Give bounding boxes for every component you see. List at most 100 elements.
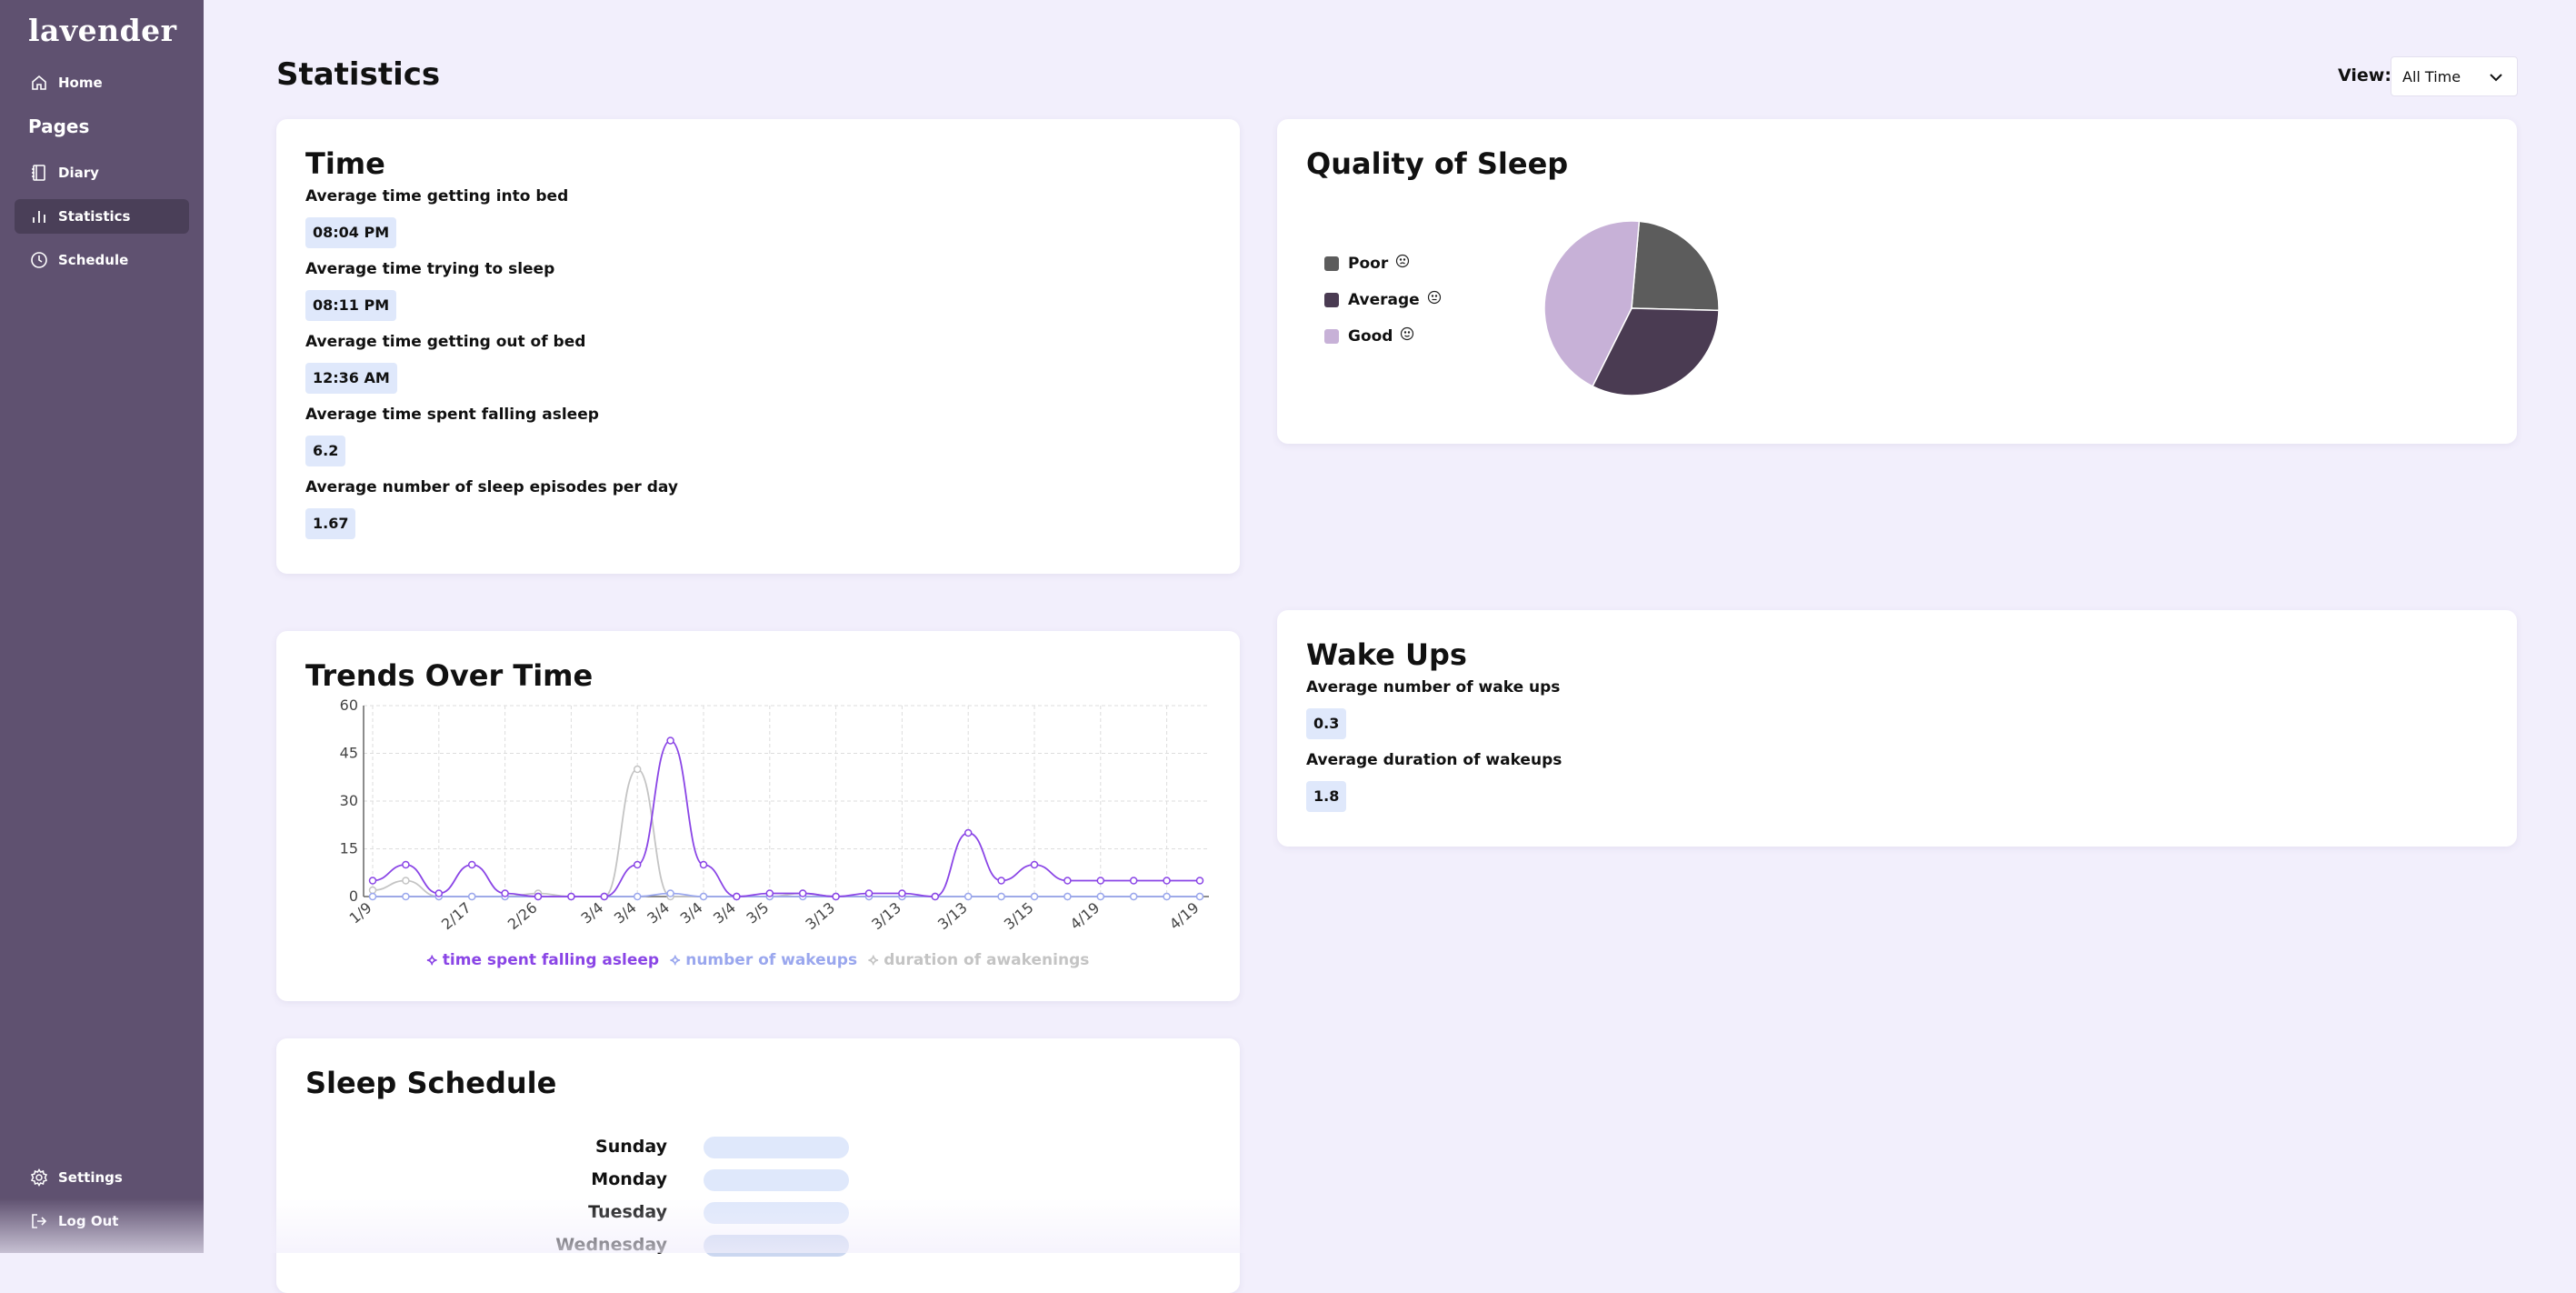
trends-line-chart: 0153045601/9 2/17 2/26 3/4 3/4 3/4 3/4 3/4 3/5 3/… — [340, 697, 1209, 934]
sleep-schedule-card: Sleep Schedule Sunday Monday Tuesday Wed… — [276, 1038, 1240, 1293]
data-point[interactable] — [368, 892, 377, 901]
data-point[interactable] — [1195, 877, 1204, 885]
data-point[interactable] — [798, 889, 807, 897]
x-tick-label: 3/15 — [1001, 899, 1037, 934]
data-point[interactable] — [699, 892, 708, 901]
stat-value: 6.2 — [305, 436, 346, 466]
legend-label: Poor — [1348, 254, 1389, 273]
data-point[interactable] — [1129, 892, 1138, 901]
legend-item-average[interactable]: Average — [1324, 290, 1442, 309]
sidebar-item-settings[interactable]: Settings — [15, 1160, 189, 1195]
view-select-value: All Time — [2402, 67, 2461, 85]
data-point[interactable] — [534, 892, 543, 901]
data-point[interactable] — [1030, 860, 1039, 869]
data-point[interactable] — [501, 889, 509, 897]
data-point[interactable] — [864, 889, 874, 897]
data-point[interactable] — [467, 860, 476, 869]
chevron-down-icon — [2488, 69, 2504, 89]
data-point[interactable] — [898, 889, 906, 897]
schedule-day-bar[interactable] — [704, 1137, 849, 1158]
data-point[interactable] — [1096, 892, 1105, 901]
schedule-day-bar[interactable] — [704, 1235, 849, 1257]
data-point[interactable] — [633, 892, 642, 901]
sidebar-item-label: Statistics — [58, 208, 131, 225]
data-point[interactable] — [964, 828, 973, 837]
data-point[interactable] — [964, 892, 973, 901]
data-point[interactable] — [997, 877, 1005, 885]
notebook-icon — [29, 163, 49, 183]
data-point[interactable] — [1063, 877, 1072, 885]
sidebar-item-logout[interactable]: Log Out — [15, 1204, 189, 1238]
pages-heading: Pages — [28, 115, 90, 137]
data-point[interactable] — [1096, 877, 1105, 885]
sidebar-item-label: Schedule — [58, 252, 129, 268]
data-point[interactable] — [600, 892, 609, 901]
data-point[interactable] — [832, 892, 840, 901]
legend-item-poor[interactable]: Poor — [1324, 254, 1410, 273]
trends-card-title: Trends Over Time — [305, 658, 594, 693]
data-point[interactable] — [997, 892, 1005, 901]
data-point[interactable] — [931, 892, 940, 901]
stat-label: Average time getting into bed — [305, 187, 569, 205]
view-select[interactable]: All Time — [2391, 56, 2518, 96]
data-point[interactable] — [567, 892, 575, 901]
data-point[interactable] — [1063, 892, 1072, 901]
x-tick-label: 3/13 — [868, 899, 904, 934]
data-point[interactable] — [1030, 892, 1039, 901]
stat-label: Average number of wake ups — [1306, 678, 1561, 697]
quality-pie-chart — [1543, 220, 1720, 396]
data-point[interactable] — [402, 892, 410, 901]
sidebar-item-schedule[interactable]: Schedule — [15, 243, 189, 277]
x-tick-label: 3/4 — [577, 899, 606, 927]
data-point[interactable] — [467, 892, 476, 901]
data-point[interactable] — [402, 877, 410, 885]
page-title: Statistics — [276, 56, 441, 93]
x-tick-label: 2/17 — [438, 899, 474, 934]
data-point[interactable] — [666, 889, 674, 897]
data-point[interactable] — [633, 765, 642, 774]
sidebar-item-home[interactable]: Home — [15, 65, 189, 100]
pie-slice-poor[interactable] — [1631, 220, 1720, 312]
schedule-day-label: Monday — [591, 1169, 667, 1189]
legend-item[interactable]: ⟡ duration of awakenings — [868, 951, 1089, 969]
schedule-day-bar[interactable] — [704, 1202, 849, 1224]
x-tick-label: 2/26 — [504, 899, 541, 934]
stat-label: Average time getting out of bed — [305, 333, 586, 351]
legend-label: Average — [1348, 290, 1420, 309]
data-point[interactable] — [666, 737, 674, 745]
sleep-schedule-title: Sleep Schedule — [305, 1066, 557, 1100]
data-point[interactable] — [1129, 877, 1138, 885]
sidebar-item-diary[interactable]: Diary — [15, 155, 189, 190]
sidebar-item-label: Log Out — [58, 1213, 119, 1229]
data-point[interactable] — [765, 889, 774, 897]
data-point[interactable] — [1195, 892, 1204, 901]
legend-item-good[interactable]: Good — [1324, 326, 1414, 346]
face-icon — [1400, 326, 1414, 346]
legend-item[interactable]: ⟡ number of wakeups — [670, 951, 857, 969]
data-point[interactable] — [1163, 877, 1171, 885]
schedule-day-label: Sunday — [595, 1137, 667, 1157]
data-point[interactable] — [368, 886, 377, 895]
face-icon — [1395, 254, 1410, 273]
quality-card: Quality of Sleep Poor Average Good — [1277, 119, 2517, 444]
data-point[interactable] — [733, 892, 741, 901]
data-point[interactable] — [402, 860, 410, 869]
schedule-day-bar[interactable] — [704, 1169, 849, 1191]
sidebar-item-statistics[interactable]: Statistics — [15, 199, 189, 234]
stat-value: 1.67 — [305, 508, 356, 539]
data-point[interactable] — [368, 877, 377, 885]
data-point[interactable] — [699, 860, 708, 869]
data-point[interactable] — [1163, 892, 1171, 901]
trends-card: Trends Over Time 0 15 30 45 60 1/9 2/17 2/26 3/4… — [276, 631, 1240, 1001]
y-tick-label: 0 — [349, 887, 358, 905]
y-tick-label: 45 — [340, 745, 358, 762]
x-tick-label: 3/13 — [934, 899, 971, 934]
y-tick-label: 60 — [340, 697, 358, 714]
clock-icon — [29, 250, 49, 270]
y-tick-label: 30 — [340, 792, 358, 809]
legend-item[interactable]: ⟡ time spent falling asleep — [427, 951, 659, 969]
sidebar-item-label: Settings — [58, 1169, 123, 1186]
data-point[interactable] — [434, 889, 444, 897]
data-point[interactable] — [633, 860, 642, 869]
stat-label: Average time trying to sleep — [305, 260, 555, 278]
